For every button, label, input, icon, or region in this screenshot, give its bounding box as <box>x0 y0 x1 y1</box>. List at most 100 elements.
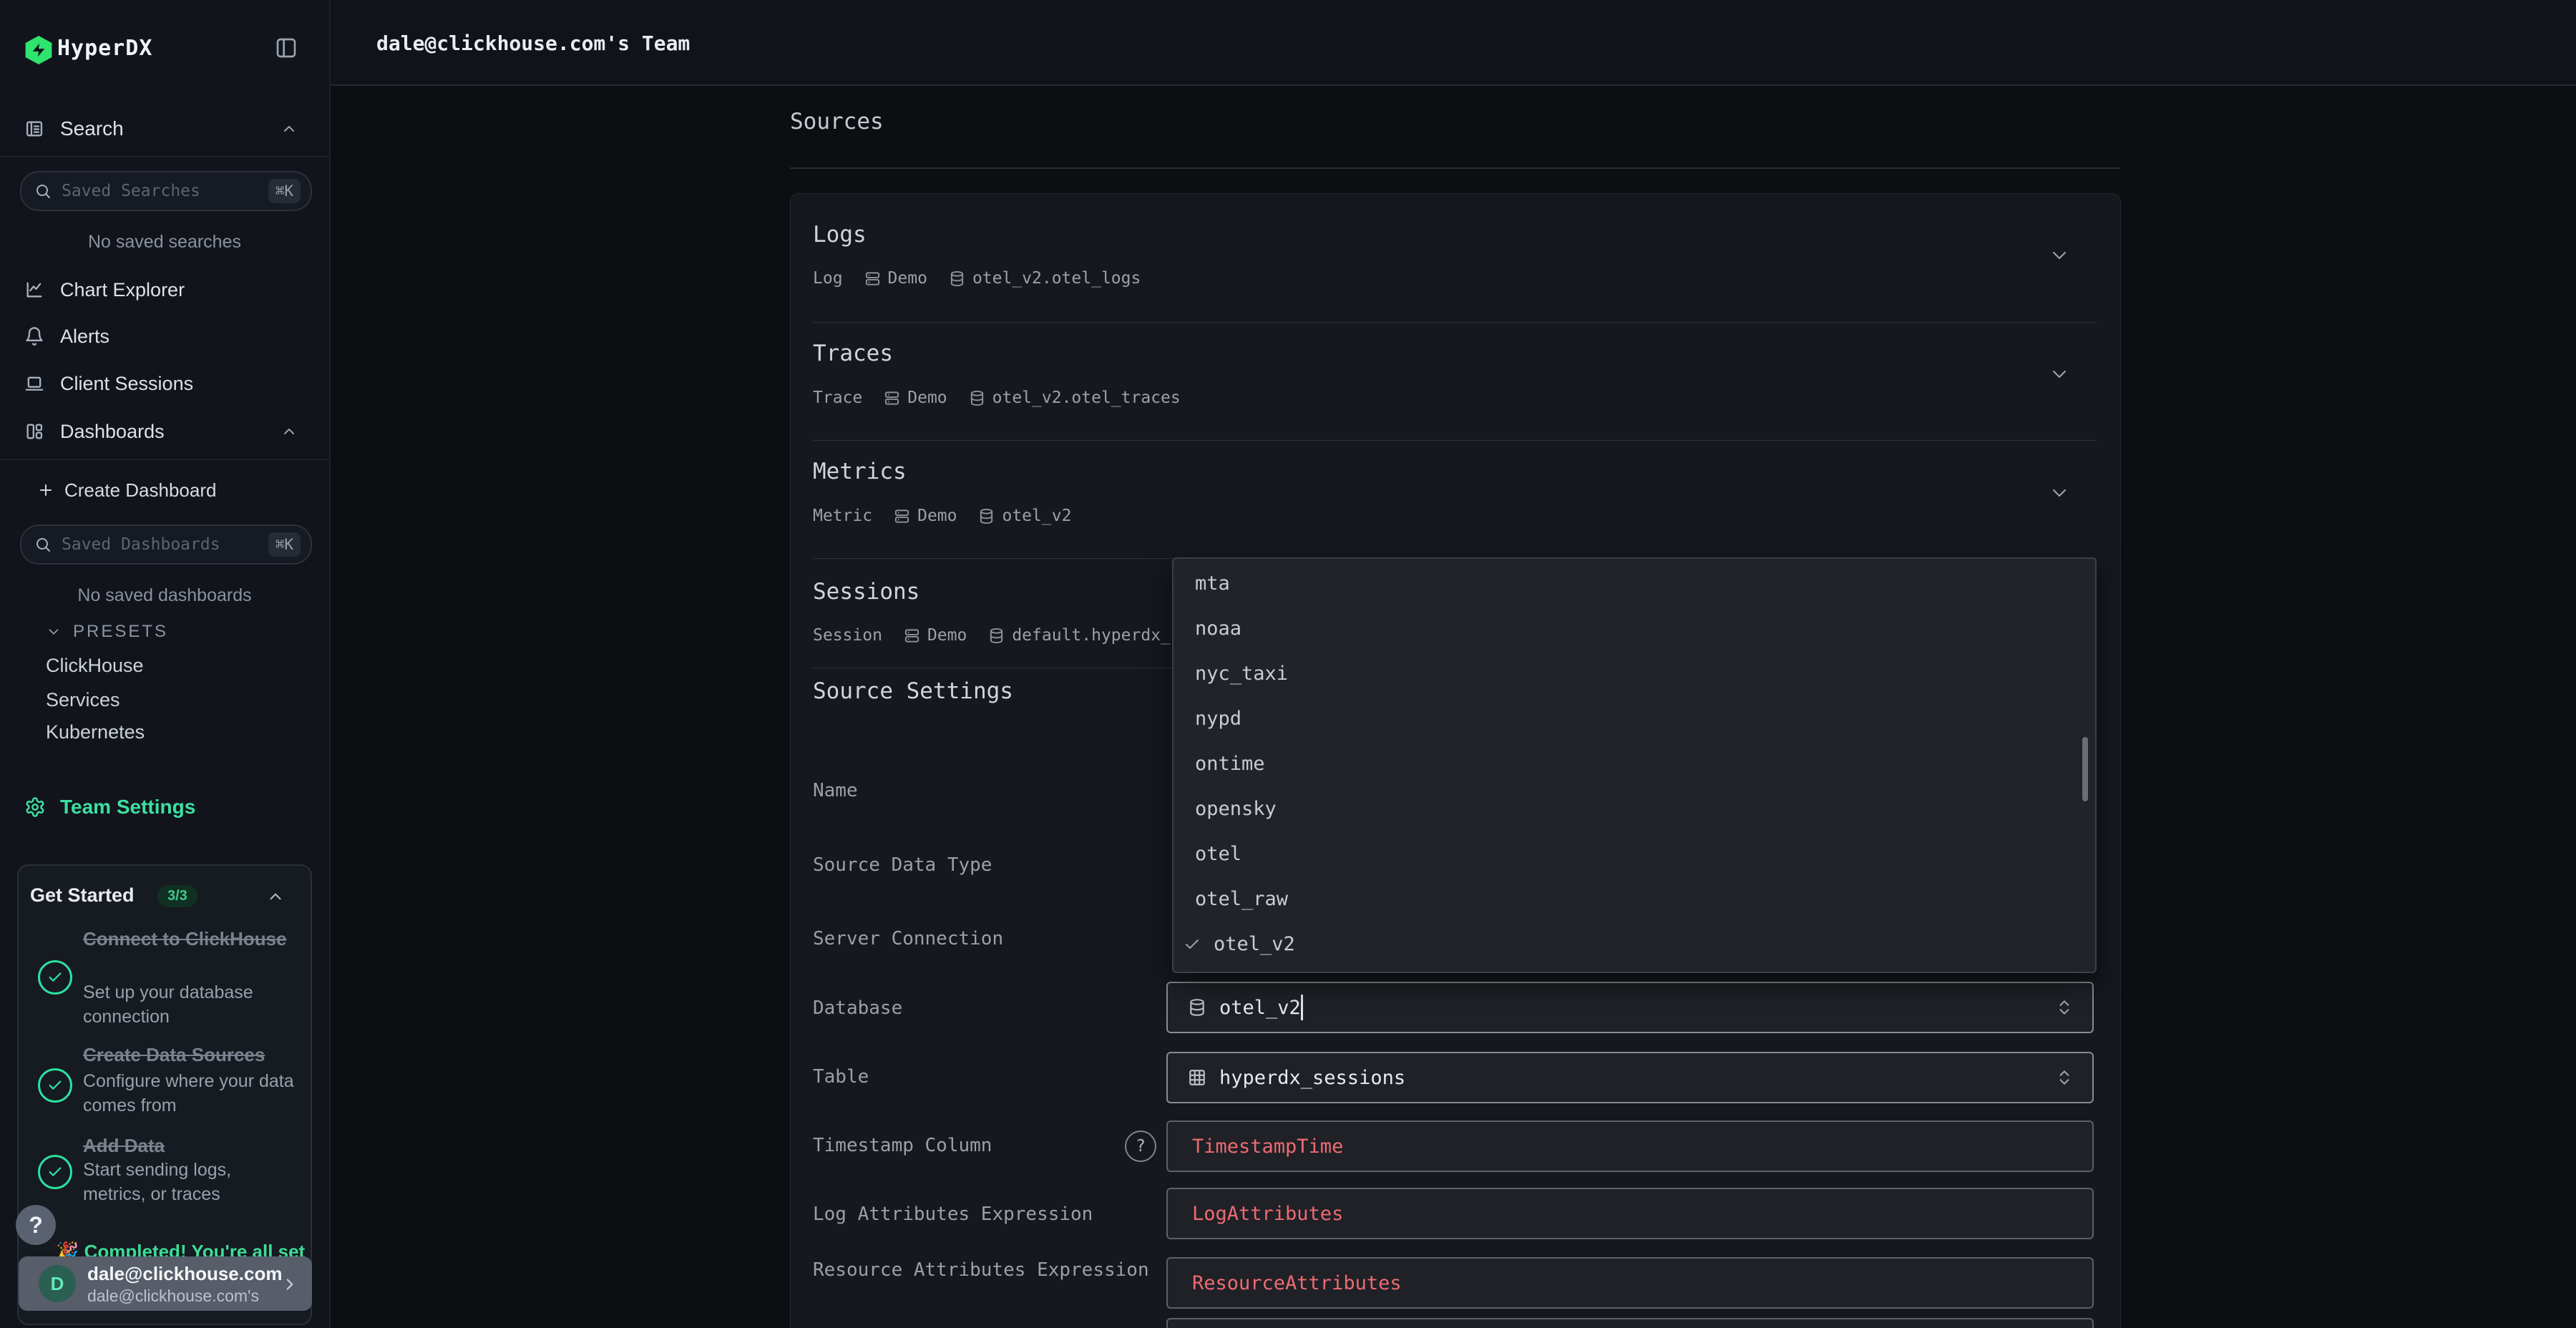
laptop-icon <box>24 374 44 394</box>
saved-searches-input[interactable] <box>60 181 228 201</box>
database-icon <box>1188 998 1206 1017</box>
server-icon <box>904 628 920 644</box>
dropdown-option-nyc-taxi[interactable]: nyc_taxi <box>1174 651 2095 696</box>
sidebar-collapse-button[interactable] <box>274 36 300 60</box>
next-input-partial[interactable] <box>1166 1318 2094 1328</box>
source-table: otel_v2.otel_logs <box>972 269 1141 288</box>
search-icon <box>34 536 52 553</box>
database-select[interactable]: otel_v2 <box>1166 982 2094 1033</box>
source-connection: Demo <box>927 626 967 645</box>
check-circle-icon <box>38 1068 72 1103</box>
preset-services[interactable]: Services <box>46 689 120 711</box>
resource-attributes-value: ResourceAttributes <box>1192 1272 1402 1294</box>
presets-toggle[interactable]: PRESETS <box>0 614 328 650</box>
dropdown-option-otel-raw[interactable]: otel_raw <box>1174 877 2095 922</box>
source-type: Session <box>813 626 882 645</box>
sidebar-section-search[interactable]: Search <box>0 109 328 149</box>
presets-label: PRESETS <box>73 622 168 642</box>
unfold-icon <box>2055 998 2074 1017</box>
saved-dashboards-shortcut: ⌘K <box>268 532 301 557</box>
check-circle-icon <box>38 1155 72 1189</box>
database-icon <box>978 508 995 524</box>
timestamp-column-value: TimestampTime <box>1192 1136 1343 1158</box>
get-started-item-title: Create Data Sources <box>83 1041 298 1068</box>
create-dashboard-button[interactable]: Create Dashboard <box>0 470 328 510</box>
plus-icon <box>37 482 54 499</box>
preset-kubernetes[interactable]: Kubernetes <box>46 721 145 743</box>
source-connection: Demo <box>888 269 927 288</box>
check-icon <box>1184 936 1201 953</box>
database-icon <box>988 628 1005 644</box>
dropdown-option-otel[interactable]: otel <box>1174 831 2095 877</box>
saved-searches-search[interactable]: ⌘K <box>20 171 312 211</box>
chart-explorer-icon <box>24 280 44 300</box>
server-icon <box>884 390 900 406</box>
sidebar-item-label: Chart Explorer <box>60 279 185 301</box>
team-settings-label: Team Settings <box>60 796 195 819</box>
sidebar-divider <box>0 156 329 157</box>
source-meta-row: Session Demo default.hyperdx_s <box>813 623 1181 648</box>
get-started-item-desc: Start sending logs, metrics, or traces <box>83 1158 298 1206</box>
source-table: otel_v2 <box>1002 507 1071 525</box>
create-dashboard-label: Create Dashboard <box>64 479 216 502</box>
chevron-down-icon[interactable] <box>2048 244 2071 267</box>
unfold-icon <box>2055 1068 2074 1087</box>
dropdown-option-noaa[interactable]: noaa <box>1174 606 2095 651</box>
dropdown-option-opensky[interactable]: opensky <box>1174 786 2095 831</box>
source-section-title: Logs <box>813 222 867 248</box>
source-table: otel_v2.otel_traces <box>992 389 1181 407</box>
database-icon <box>969 390 985 406</box>
log-attributes-value: LogAttributes <box>1192 1203 1343 1225</box>
sidebar-item-dashboards[interactable]: Dashboards <box>0 411 328 451</box>
timestamp-column-input[interactable]: TimestampTime <box>1166 1120 2094 1172</box>
preset-clickhouse[interactable]: ClickHouse <box>46 655 144 677</box>
chevron-down-icon[interactable] <box>2048 363 2071 386</box>
sidebar-item-label: Client Sessions <box>60 373 193 395</box>
user-menu[interactable]: D dale@clickhouse.com dale@clickhouse.co… <box>19 1256 312 1311</box>
avatar: D <box>39 1265 76 1302</box>
get-started-item-desc: Configure where your data comes from <box>83 1069 298 1118</box>
get-started-item-title: Connect to ClickHouse <box>83 925 298 952</box>
table-value: hyperdx_sessions <box>1219 1067 1405 1089</box>
sidebar-divider <box>0 459 329 460</box>
table-icon <box>1188 1068 1206 1087</box>
sidebar-item-alerts[interactable]: Alerts <box>0 316 328 356</box>
source-data-type-label: Source Data Type <box>813 852 1149 879</box>
database-dropdown: mta noaa nyc_taxi nypd ontime opensky ot… <box>1172 557 2097 973</box>
app-title: HyperDX <box>57 36 152 61</box>
saved-dashboards-search[interactable]: ⌘K <box>20 524 312 565</box>
search-section-icon <box>24 119 44 139</box>
team-title: dale@clickhouse.com's Team <box>376 31 690 55</box>
source-section-title: Sessions <box>813 579 919 605</box>
database-label: Database <box>813 995 1149 1022</box>
chevron-up-icon[interactable] <box>266 887 285 906</box>
saved-dashboards-input[interactable] <box>60 534 228 555</box>
dropdown-option-ontime[interactable]: ontime <box>1174 741 2095 786</box>
get-started-title: Get Started <box>30 884 135 907</box>
table-label: Table <box>813 1064 1149 1090</box>
chevron-down-icon[interactable] <box>2048 482 2071 504</box>
source-table: default.hyperdx_s <box>1012 626 1180 645</box>
source-type: Metric <box>813 507 872 525</box>
dropdown-option-nypd[interactable]: nypd <box>1174 696 2095 741</box>
sidebar-item-chart-explorer[interactable]: Chart Explorer <box>0 270 328 310</box>
dashboards-icon <box>24 421 44 441</box>
table-select[interactable]: hyperdx_sessions <box>1166 1052 2094 1103</box>
dropdown-option-mta[interactable]: mta <box>1174 561 2095 606</box>
divider <box>813 322 2097 323</box>
gear-icon <box>24 796 46 818</box>
dropdown-option-otel-v2[interactable]: otel_v2 <box>1174 922 2095 967</box>
no-saved-searches-text: No saved searches <box>0 232 329 253</box>
chevron-up-icon <box>280 120 298 137</box>
check-circle-icon <box>38 960 72 995</box>
help-button[interactable]: ? <box>16 1205 56 1245</box>
resource-attributes-input[interactable]: ResourceAttributes <box>1166 1257 2094 1309</box>
log-attributes-input[interactable]: LogAttributes <box>1166 1188 2094 1239</box>
help-circle-icon[interactable]: ? <box>1125 1131 1156 1162</box>
sidebar-item-team-settings[interactable]: Team Settings <box>0 787 328 827</box>
get-started-item-desc: Set up your database connection <box>83 980 298 1029</box>
sidebar-item-client-sessions[interactable]: Client Sessions <box>0 363 328 404</box>
timestamp-column-label: Timestamp Column <box>813 1133 1149 1159</box>
dropdown-scrollbar[interactable] <box>2082 737 2088 801</box>
top-bar: dale@clickhouse.com's Team <box>329 0 2576 86</box>
